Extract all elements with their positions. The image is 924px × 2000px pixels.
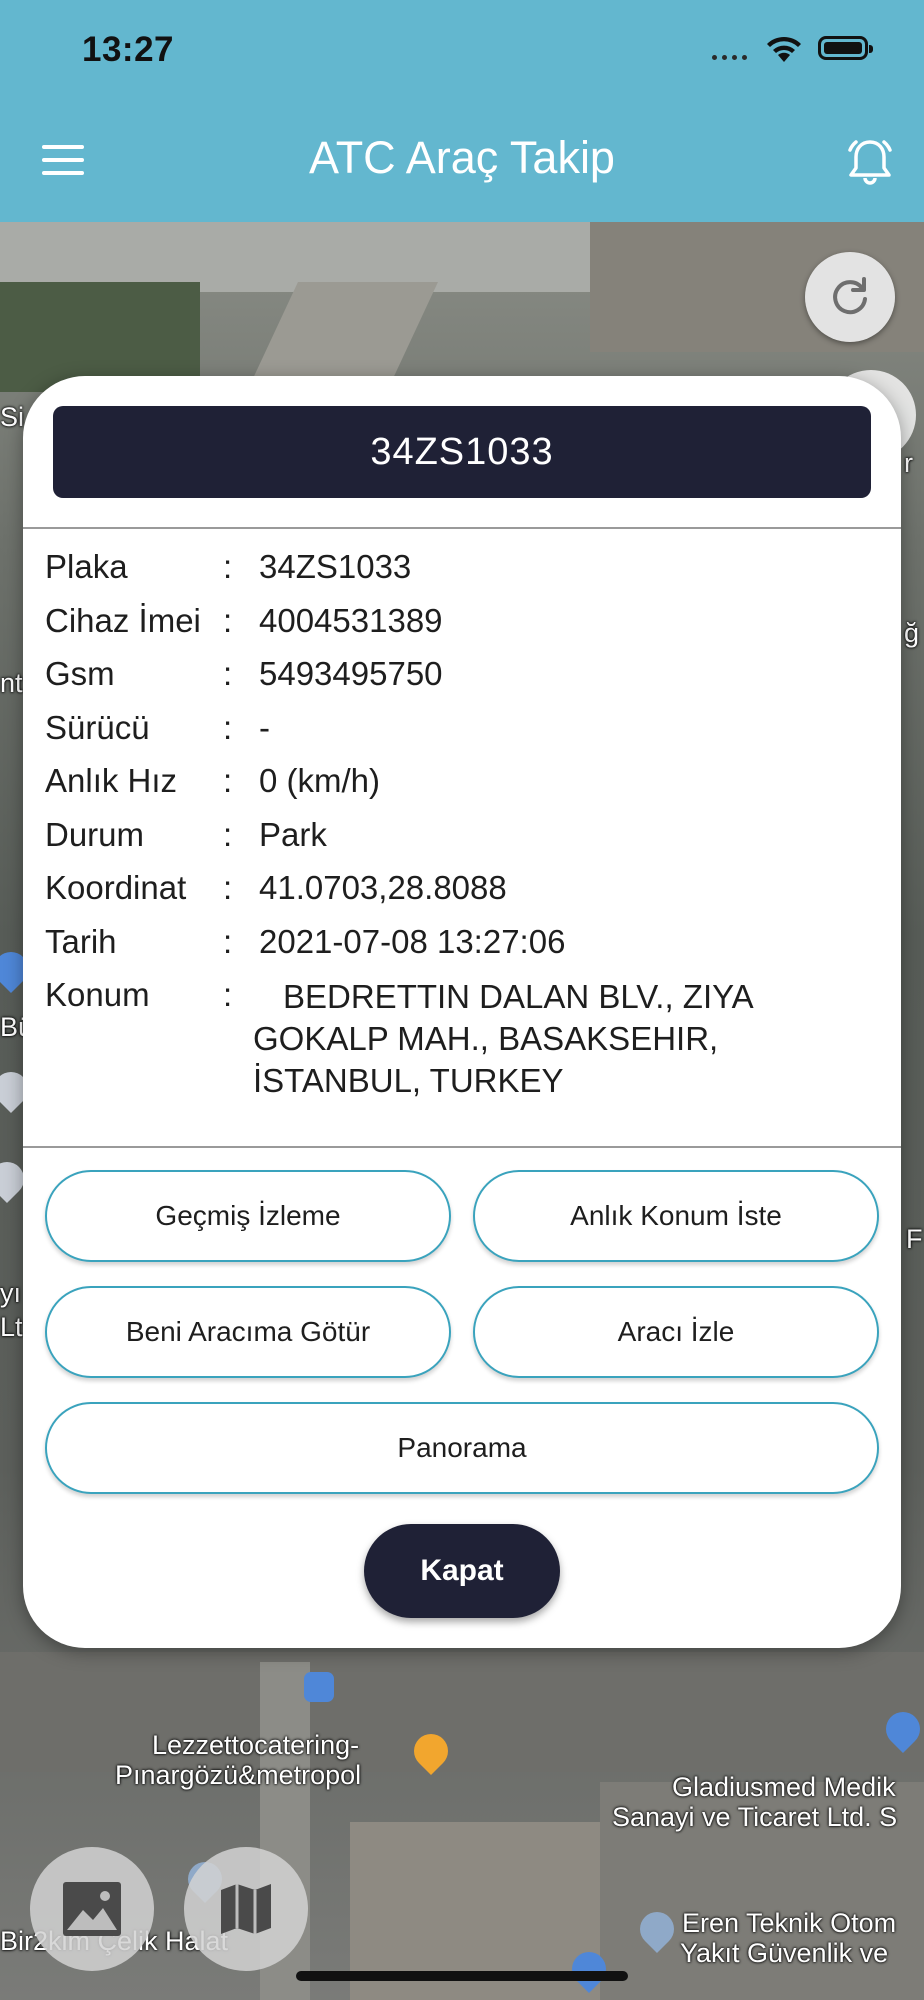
map-place-label: Si bbox=[0, 402, 25, 432]
alarm-bell-icon[interactable] bbox=[844, 136, 896, 188]
info-label: Cihaz İmei bbox=[45, 601, 201, 639]
info-colon: : bbox=[223, 762, 233, 799]
info-label: Anlık Hız bbox=[45, 762, 178, 799]
bus-stop-icon[interactable] bbox=[304, 1672, 334, 1702]
wifi-icon bbox=[767, 36, 801, 62]
vehicle-info-dialog: 34ZS1033 Plaka : 34ZS1033 Cihaz İmei : 4… bbox=[23, 376, 901, 1648]
vehicle-info-list: Plaka : 34ZS1033 Cihaz İmei : 4004531389… bbox=[45, 548, 885, 1099]
request-live-location-button[interactable]: Anlık Konum İste bbox=[473, 1170, 879, 1262]
info-value: 4004531389 bbox=[259, 601, 443, 639]
map-place-label: yı bbox=[0, 1278, 22, 1308]
divider bbox=[23, 527, 901, 529]
info-colon: : bbox=[223, 815, 233, 853]
satellite-view-button[interactable] bbox=[30, 1847, 154, 1971]
map-place-label: Yakıt Güvenlik ve bbox=[680, 1938, 889, 1968]
map-place-label: r bbox=[904, 448, 913, 478]
info-label: Durum bbox=[45, 815, 145, 853]
info-label: Plaka bbox=[45, 548, 128, 585]
info-row-plate: Plaka : 34ZS1033 bbox=[45, 548, 885, 602]
panorama-button[interactable]: Panorama bbox=[45, 1402, 879, 1494]
info-row-gsm: Gsm : 5493495750 bbox=[45, 655, 885, 709]
info-value: 0 (km/h) bbox=[259, 762, 381, 799]
map-place-label: Pınargözü&metropol bbox=[115, 1760, 362, 1790]
status-time: 13:27 bbox=[82, 30, 175, 69]
info-value: 2021-07-08 13:27:06 bbox=[259, 922, 566, 960]
info-colon: : bbox=[223, 655, 233, 692]
refresh-icon bbox=[833, 277, 867, 315]
navigate-to-vehicle-button[interactable]: Beni Aracıma Götür bbox=[45, 1286, 451, 1378]
map-place-label: F bbox=[906, 1224, 923, 1254]
satellite-image-icon bbox=[63, 1882, 121, 1936]
info-row-location: Konum : BEDRETTIN DALAN BLV., ZIYA GOKAL… bbox=[45, 976, 885, 1099]
info-row-speed: Anlık Hız : 0 (km/h) bbox=[45, 762, 885, 816]
map-place-label: Eren Teknik Otom bbox=[682, 1908, 897, 1938]
map-icon bbox=[221, 1884, 271, 1934]
map-place-label: Sanayi ve Ticaret Ltd. S bbox=[612, 1802, 898, 1832]
info-colon: : bbox=[223, 708, 233, 746]
close-button[interactable]: Kapat bbox=[364, 1524, 560, 1618]
app-header: 13:27 ATC Araç Takip bbox=[0, 0, 924, 222]
info-value: Park bbox=[259, 815, 327, 853]
map-place-label: Gladiusmed Medik bbox=[672, 1772, 896, 1802]
dialog-plate-title: 34ZS1033 bbox=[53, 406, 871, 498]
info-label: Sürücü bbox=[45, 708, 150, 746]
info-label: Koordinat bbox=[45, 869, 187, 906]
info-row-coordinate: Koordinat : 41.0703,28.8088 bbox=[45, 869, 885, 923]
info-value: 41.0703,28.8088 bbox=[259, 869, 507, 906]
info-value: - bbox=[259, 708, 270, 746]
info-label: Konum bbox=[45, 976, 150, 1013]
info-row-status: Durum : Park bbox=[45, 816, 885, 870]
info-label: Gsm bbox=[45, 655, 115, 692]
info-colon: : bbox=[223, 548, 233, 585]
map-place-label: Lt bbox=[0, 1312, 23, 1342]
info-row-driver: Sürücü : - bbox=[45, 709, 885, 763]
info-label: Tarih bbox=[45, 922, 117, 960]
map-place-label: ğ bbox=[904, 618, 920, 648]
info-colon: : bbox=[223, 869, 233, 906]
history-playback-button[interactable]: Geçmiş İzleme bbox=[45, 1170, 451, 1262]
app-title: ATC Araç Takip bbox=[309, 132, 615, 183]
map-place-label: nt bbox=[0, 668, 23, 698]
info-row-date: Tarih : 2021-07-08 13:27:06 bbox=[45, 923, 885, 977]
refresh-button[interactable] bbox=[805, 252, 895, 342]
info-colon: : bbox=[223, 601, 233, 639]
track-vehicle-button[interactable]: Aracı İzle bbox=[473, 1286, 879, 1378]
info-colon: : bbox=[223, 922, 233, 960]
info-value: 34ZS1033 bbox=[259, 548, 412, 585]
battery-icon bbox=[818, 36, 873, 60]
info-row-imei: Cihaz İmei : 4004531389 bbox=[45, 602, 885, 656]
signal-icon bbox=[712, 55, 747, 60]
map-building bbox=[0, 1652, 924, 1772]
map-view-button[interactable] bbox=[184, 1847, 308, 1971]
divider bbox=[23, 1146, 901, 1148]
info-value-location: BEDRETTIN DALAN BLV., ZIYA GOKALP MAH., … bbox=[253, 978, 752, 1099]
map-place-label: Lezzettocatering- bbox=[152, 1730, 360, 1760]
home-indicator bbox=[296, 1971, 628, 1981]
info-value: 5493495750 bbox=[259, 655, 443, 692]
